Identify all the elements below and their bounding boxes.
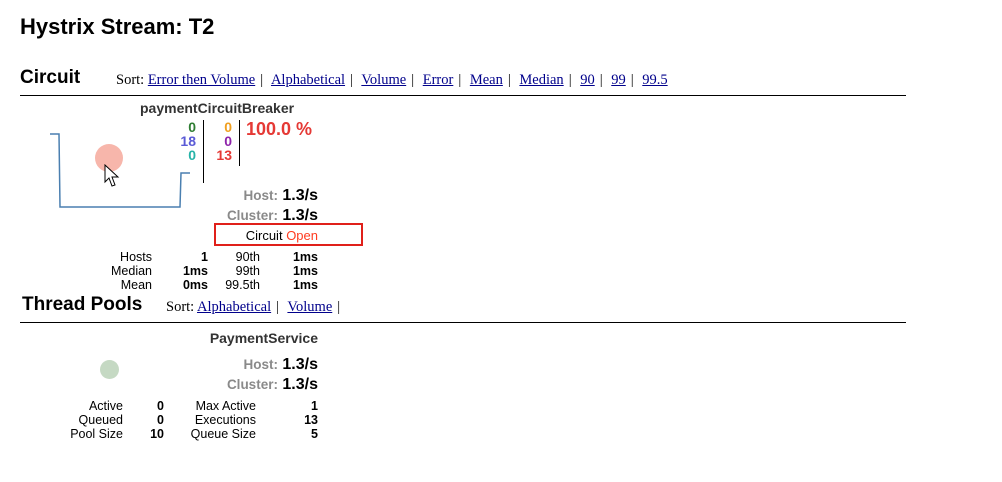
sort-alphabetical-link[interactable]: Alphabetical [271, 72, 345, 88]
thread-pools-section-title: Thread Pools [22, 294, 143, 315]
stats-values-right: 1ms 1ms 1ms [292, 250, 318, 292]
thread-stats-values-right: 1 13 5 [304, 399, 318, 441]
sort-volume-link[interactable]: Volume [361, 72, 406, 88]
circuit-sort-bar: Sort: Error then Volume | Alphabetical | V… [116, 72, 668, 88]
sort-error-then-volume-link[interactable]: Error then Volume [148, 72, 255, 88]
thread-stats-labels-right: Max Active Executions Queue Size [190, 399, 256, 441]
thread-pool-cluster-rate: Cluster: 1.3/s [226, 376, 318, 393]
thread-pools-divider [20, 322, 906, 323]
thread-pool-health-circle [100, 360, 119, 379]
page-title: Hystrix Stream: T2 [20, 14, 215, 39]
error-percentage: 100.0 % [246, 119, 313, 139]
thread-pool-host-rate: Host: 1.3/s [243, 356, 318, 373]
stats-values-left: 1 1ms 0ms [182, 250, 208, 292]
thread-pool-name: PaymentService [209, 330, 318, 346]
counts-divider-2 [239, 120, 240, 166]
thread-sort-alphabetical-link[interactable]: Alphabetical [197, 299, 271, 315]
circuit-status-open: Open [286, 228, 318, 243]
circuit-divider [20, 95, 906, 96]
circuit-host-rate: Host: 1.3/s [243, 187, 318, 204]
circuit-name: paymentCircuitBreaker [140, 100, 295, 116]
sort-error-link[interactable]: Error [423, 72, 454, 88]
sort-median-link[interactable]: Median [519, 72, 563, 88]
circuit-status: Circuit Open [245, 228, 318, 243]
thread-stats-values-left: 0 0 10 [150, 399, 164, 441]
thread-pools-sort-bar: Sort: Alphabetical | Volume | [166, 299, 341, 315]
failure-count: 13 [216, 147, 232, 163]
thread-sort-volume-link[interactable]: Volume [287, 299, 332, 315]
sort-mean-link[interactable]: Mean [470, 72, 503, 88]
sort-99-5-link[interactable]: 99.5 [642, 72, 667, 88]
mouse-cursor-icon [104, 164, 120, 187]
counts-divider [203, 120, 204, 183]
sort-label: Sort: [116, 72, 145, 88]
sort-90-link[interactable]: 90 [580, 72, 595, 88]
stats-labels-right: 90th 99th 99.5th [225, 250, 260, 292]
sort-label: Sort: [166, 299, 195, 315]
circuit-section-title: Circuit [20, 67, 81, 88]
sort-99-link[interactable]: 99 [611, 72, 626, 88]
bad-request-count: 0 [188, 147, 196, 163]
stats-labels-left: Hosts Median Mean [111, 250, 152, 292]
thread-stats-labels-left: Active Queued Pool Size [70, 399, 123, 441]
